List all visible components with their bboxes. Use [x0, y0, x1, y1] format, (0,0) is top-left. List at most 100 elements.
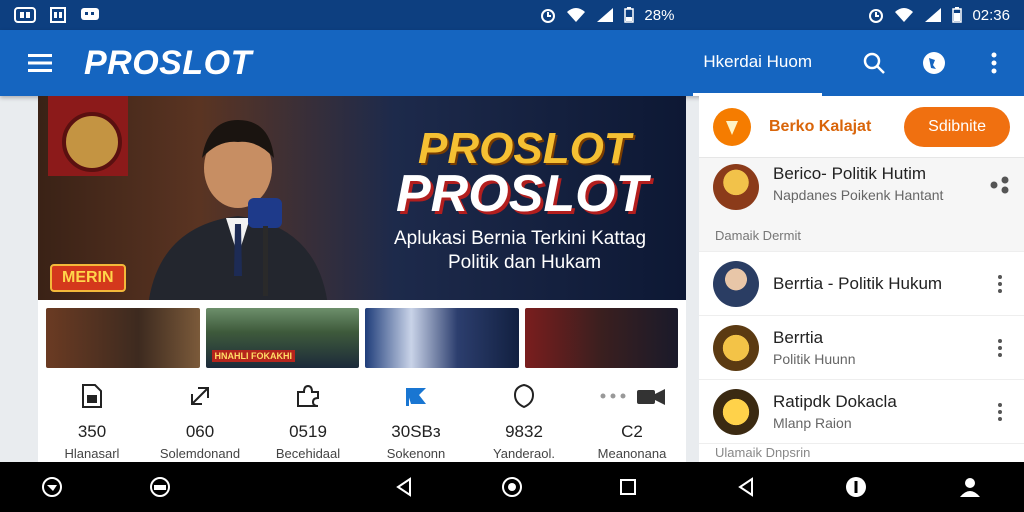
avatar: [713, 324, 759, 371]
share-icon[interactable]: [990, 176, 1010, 199]
channel-title: Berko Kalajat: [769, 117, 872, 135]
status-group-right: 02:36: [868, 7, 1010, 24]
globe-button[interactable]: [904, 30, 964, 96]
thumbnail[interactable]: [524, 308, 678, 368]
alarm-icon: [540, 7, 556, 23]
clock: 02:36: [972, 6, 1010, 24]
thumbnail[interactable]: [46, 308, 200, 368]
stat-item[interactable]: C2 Meanonana: [578, 380, 686, 462]
battery-percent: 28%: [644, 6, 675, 24]
app-icon[interactable]: [32, 462, 72, 512]
thumbnail[interactable]: [365, 308, 519, 368]
video-icon: [597, 380, 667, 412]
stat-label: Becehidaal: [275, 446, 341, 461]
back-icon[interactable]: [384, 462, 424, 512]
signal-icon: [924, 7, 942, 23]
avatar: [713, 164, 759, 210]
app-bar: PROSLOT Hkerdai Huom: [0, 30, 1024, 96]
stat-item[interactable]: 350 Hlanasarl: [38, 380, 146, 462]
wifi-icon: [566, 7, 586, 23]
puzzle-icon: [295, 380, 321, 412]
alarm-icon: [868, 7, 884, 23]
item-subtitle: Napdanes Poikenk Hantant: [773, 187, 944, 203]
status-group-left: 28%: [540, 7, 674, 24]
item-text: Ratipdk Dokacla Mlanp Raion: [773, 392, 897, 431]
list-item[interactable]: Berrtia Politik Huunn: [699, 316, 1024, 380]
more-icon[interactable]: [990, 338, 1010, 357]
stat-item[interactable]: 060 Solemdonand: [146, 380, 254, 462]
menu-button[interactable]: [12, 30, 68, 96]
app-title: PROSLOT: [84, 43, 252, 82]
item-text: Berrtia Politik Huunn: [773, 328, 856, 367]
stat-item[interactable]: 0519 Becehidaal: [254, 380, 362, 462]
stat-value: 0519: [289, 422, 327, 441]
navigation-bar: [0, 462, 1024, 512]
avatar: [713, 260, 759, 307]
list-item[interactable]: Berico- Politik Hutim Napdanes Poikenk H…: [699, 158, 1024, 252]
menu-icon: [28, 54, 52, 72]
main-panel: MERIN PROSLOT PROSLOT Aplukasi Bernia Te…: [38, 96, 686, 462]
item-date: Damaik Dermit: [715, 228, 801, 243]
home-icon[interactable]: [492, 462, 532, 512]
stat-value: 30SBз: [391, 422, 441, 441]
item-subtitle: Mlanp Raion: [773, 415, 852, 431]
battery-icon: [624, 7, 635, 23]
subscribe-button[interactable]: Sdibnite: [904, 106, 1010, 147]
expand-icon: [188, 380, 212, 412]
contact-icon[interactable]: [950, 462, 990, 512]
status-right: 28% 02:36: [540, 7, 1010, 24]
list-item[interactable]: Berrtia - Politik Hukum: [699, 252, 1024, 316]
item-text: Berico- Politik Hutim Napdanes Poikenk H…: [773, 164, 943, 203]
search-button[interactable]: [844, 30, 904, 96]
cast-icon: [14, 7, 36, 23]
hero-banner[interactable]: MERIN PROSLOT PROSLOT Aplukasi Bernia Te…: [38, 96, 686, 300]
thumbnail-strip: HNAHLI FOKAKHI: [38, 308, 686, 370]
status-bar: 28% 02:36: [0, 0, 1024, 30]
stat-value: 060: [185, 422, 215, 441]
screen: 28% 02:36 PROSLOT Hkerdai Huom MERIN PRO…: [0, 0, 1024, 512]
stat-label: Sokenonn: [386, 446, 446, 461]
thumbnail-label: HNAHLI FOKAKHI: [211, 350, 295, 362]
item-title: Ratipdk Dokacla: [773, 392, 897, 411]
list-footer: Ulamaik Dnpsrin: [715, 445, 811, 460]
photos-icon[interactable]: [140, 462, 180, 512]
more-button[interactable]: [964, 30, 1024, 96]
thumbnail[interactable]: HNAHLI FOKAKHI: [205, 308, 359, 368]
emblem-image: [48, 96, 128, 176]
presenter-image: [148, 120, 328, 300]
item-title: Berrtia - Politik Hukum: [773, 273, 943, 293]
search-icon: [863, 52, 885, 74]
list-item[interactable]: Ratipdk Dokacla Mlanp Raion: [699, 380, 1024, 444]
hero-tagline-2: Politik dan Hukam: [448, 252, 602, 273]
battery-icon: [952, 7, 963, 23]
item-subtitle: Politik Huunn: [773, 351, 856, 367]
signal-icon: [596, 7, 614, 23]
gallery-icon: [50, 7, 66, 23]
more-icon[interactable]: [990, 402, 1010, 421]
globe-icon: [923, 52, 945, 74]
tab-active[interactable]: Hkerdai Huom: [693, 30, 822, 96]
stats-row: 350 Hlanasarl 060 Solemdonand 0519 Beceh…: [38, 380, 686, 462]
app-bar-actions: Hkerdai Huom: [693, 30, 1024, 96]
stat-label: Solemdonand: [159, 446, 241, 461]
stat-label: Meanonana: [597, 446, 667, 461]
flag-icon: [403, 380, 429, 412]
message-icon: [80, 7, 100, 23]
item-title: Berrtia: [773, 328, 824, 347]
info-icon[interactable]: [836, 462, 876, 512]
stat-item[interactable]: 30SBз Sokenonn: [362, 380, 470, 462]
more-icon[interactable]: [990, 274, 1010, 293]
back-icon[interactable]: [726, 462, 766, 512]
shield-icon: [513, 380, 535, 412]
stat-value: 350: [77, 422, 107, 441]
stat-label: Yanderaol.: [493, 446, 555, 461]
stat-label: Hlanasarl: [64, 446, 120, 461]
avatar: [713, 388, 759, 435]
hero-logo-main: PROSLOT: [396, 165, 648, 223]
channel-logo: [713, 107, 751, 146]
stat-value: C2: [621, 422, 643, 441]
stat-item[interactable]: 9832 Yanderaol.: [470, 380, 578, 462]
channel-header: Berko Kalajat Sdibnite: [699, 96, 1024, 158]
item-text: Berrtia - Politik Hukum: [773, 274, 942, 294]
recents-icon[interactable]: [608, 462, 648, 512]
